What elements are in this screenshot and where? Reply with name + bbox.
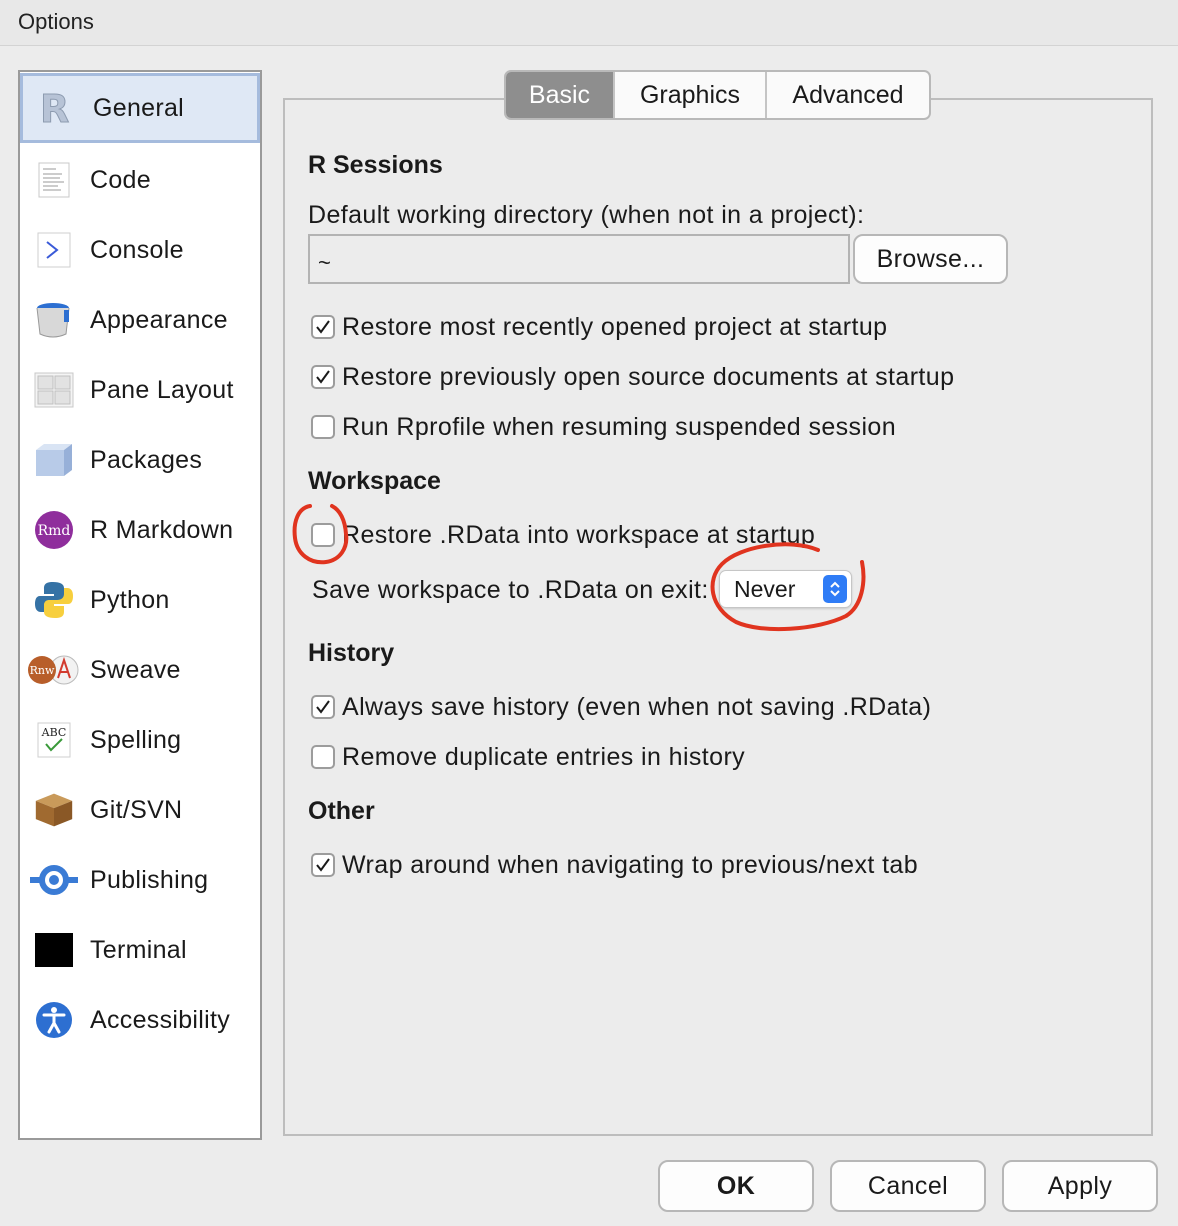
package-cube-icon xyxy=(34,440,74,480)
paint-bucket-icon xyxy=(34,300,74,340)
cancel-button[interactable]: Cancel xyxy=(830,1160,986,1212)
sidebar-item-label: Code xyxy=(90,165,151,194)
sidebar-item-appearance[interactable]: Appearance xyxy=(20,285,260,355)
restore-project-label: Restore most recently opened project at … xyxy=(342,313,888,341)
sidebar-item-publishing[interactable]: Publishing xyxy=(20,845,260,915)
svg-text:ABC: ABC xyxy=(41,726,67,739)
git-box-icon xyxy=(34,790,74,830)
checkbox-run-rprofile[interactable] xyxy=(311,415,335,439)
section-heading-r-sessions: R Sessions xyxy=(308,151,443,179)
working-directory-label: Default working directory (when not in a… xyxy=(308,201,865,229)
svg-text:Rmd: Rmd xyxy=(38,523,71,539)
sidebar-item-label: Python xyxy=(90,585,170,614)
save-workspace-value: Never xyxy=(734,576,796,602)
checkbox-restore-rdata[interactable] xyxy=(311,523,335,547)
sidebar-item-code[interactable]: Code xyxy=(20,145,260,215)
tab-advanced[interactable]: Advanced xyxy=(767,72,929,118)
sidebar-item-label: Git/SVN xyxy=(90,795,183,824)
accessibility-icon xyxy=(34,1000,74,1040)
sidebar-item-sweave[interactable]: Rnw Sweave xyxy=(20,635,260,705)
sidebar-item-label: Spelling xyxy=(90,725,182,754)
run-rprofile-label: Run Rprofile when resuming suspended ses… xyxy=(342,413,897,441)
sidebar-item-label: Publishing xyxy=(90,865,209,894)
remove-duplicates-label: Remove duplicate entries in history xyxy=(342,743,746,771)
section-heading-history: History xyxy=(308,639,395,667)
always-save-history-label: Always save history (even when not savin… xyxy=(342,693,932,721)
sidebar-item-general[interactable]: R General xyxy=(20,73,260,143)
spelling-icon: ABC xyxy=(34,720,74,760)
ok-button[interactable]: OK xyxy=(658,1160,814,1212)
sidebar-item-git-svn[interactable]: Git/SVN xyxy=(20,775,260,845)
save-workspace-select[interactable]: Never xyxy=(719,570,852,608)
sweave-icon: Rnw xyxy=(26,650,80,690)
sidebar-item-label: Packages xyxy=(90,445,203,474)
sidebar-item-label: R Markdown xyxy=(90,515,234,544)
sidebar-item-label: Console xyxy=(90,235,184,264)
code-icon xyxy=(34,160,74,200)
pane-layout-icon xyxy=(34,370,74,410)
title-bar: Options xyxy=(0,0,1178,46)
checkmark-icon xyxy=(316,700,330,714)
terminal-icon xyxy=(34,930,74,970)
sidebar-item-python[interactable]: Python xyxy=(20,565,260,635)
checkbox-restore-project[interactable] xyxy=(311,315,335,339)
sidebar-item-r-markdown[interactable]: Rmd R Markdown xyxy=(20,495,260,565)
r-logo-icon: R xyxy=(37,88,77,128)
tab-basic[interactable]: Basic xyxy=(506,72,615,118)
checkbox-restore-documents[interactable] xyxy=(311,365,335,389)
sidebar-item-label: Sweave xyxy=(90,655,181,684)
python-icon xyxy=(34,580,74,620)
publishing-icon xyxy=(28,860,80,900)
sidebar-item-console[interactable]: Console xyxy=(20,215,260,285)
section-heading-other: Other xyxy=(308,797,375,825)
wrap-tabs-label: Wrap around when navigating to previous/… xyxy=(342,851,919,879)
window-title: Options xyxy=(18,9,94,34)
checkbox-remove-duplicates[interactable] xyxy=(311,745,335,769)
options-sidebar: R General Code Console Appearance Pane L… xyxy=(18,70,262,1140)
tab-bar: Basic Graphics Advanced xyxy=(504,70,931,120)
sidebar-item-accessibility[interactable]: Accessibility xyxy=(20,985,260,1055)
browse-button[interactable]: Browse... xyxy=(853,234,1008,284)
console-icon xyxy=(34,230,74,270)
checkbox-wrap-tabs[interactable] xyxy=(311,853,335,877)
tab-graphics[interactable]: Graphics xyxy=(615,72,767,118)
save-workspace-label: Save workspace to .RData on exit: xyxy=(312,576,709,604)
working-directory-input[interactable]: ~ xyxy=(308,234,850,284)
sidebar-item-label: Accessibility xyxy=(90,1005,231,1034)
sidebar-item-spelling[interactable]: ABC Spelling xyxy=(20,705,260,775)
section-heading-workspace: Workspace xyxy=(308,467,441,495)
restore-documents-label: Restore previously open source documents… xyxy=(342,363,955,391)
restore-rdata-label: Restore .RData into workspace at startup xyxy=(342,521,816,549)
sidebar-item-label: Appearance xyxy=(90,305,228,334)
checkbox-always-save-history[interactable] xyxy=(311,695,335,719)
sidebar-item-label: General xyxy=(93,93,185,122)
checkmark-icon xyxy=(316,370,330,384)
sidebar-item-label: Terminal xyxy=(90,935,187,964)
sidebar-item-packages[interactable]: Packages xyxy=(20,425,260,495)
sidebar-item-terminal[interactable]: Terminal xyxy=(20,915,260,985)
select-arrows-icon xyxy=(823,575,847,603)
checkmark-icon xyxy=(316,320,330,334)
svg-text:R: R xyxy=(40,88,69,128)
checkmark-icon xyxy=(316,858,330,872)
sidebar-item-label: Pane Layout xyxy=(90,375,234,404)
apply-button[interactable]: Apply xyxy=(1002,1160,1158,1212)
rmd-icon: Rmd xyxy=(34,510,74,550)
svg-text:Rnw: Rnw xyxy=(30,664,55,677)
sidebar-item-pane-layout[interactable]: Pane Layout xyxy=(20,355,260,425)
